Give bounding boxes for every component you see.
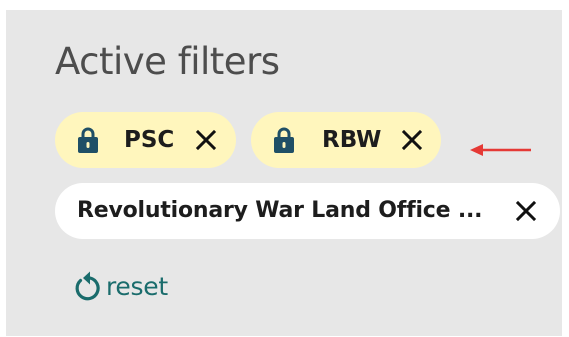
filter-chip-revolutionary-war: Revolutionary War Land Office ...	[55, 183, 560, 239]
close-icon[interactable]	[195, 129, 217, 151]
panel-heading: Active filters	[55, 40, 280, 83]
filter-chip-rbw: RBW	[251, 112, 441, 168]
filter-chip-label: Revolutionary War Land Office ...	[77, 198, 483, 223]
reset-icon	[75, 271, 100, 301]
reset-button[interactable]: reset	[72, 267, 168, 307]
close-icon[interactable]	[515, 200, 537, 222]
arrow-left-icon	[470, 144, 531, 156]
close-icon[interactable]	[401, 129, 423, 151]
lock-icon	[78, 127, 98, 153]
filter-chip-label: RBW	[322, 127, 382, 153]
lock-icon	[274, 127, 294, 153]
filter-chip-psc: PSC	[55, 112, 236, 168]
filter-chip-label: PSC	[124, 127, 175, 153]
active-filters-panel: Active filters PSC RBW Revolutionary War…	[6, 10, 562, 336]
reset-label: reset	[106, 272, 168, 301]
